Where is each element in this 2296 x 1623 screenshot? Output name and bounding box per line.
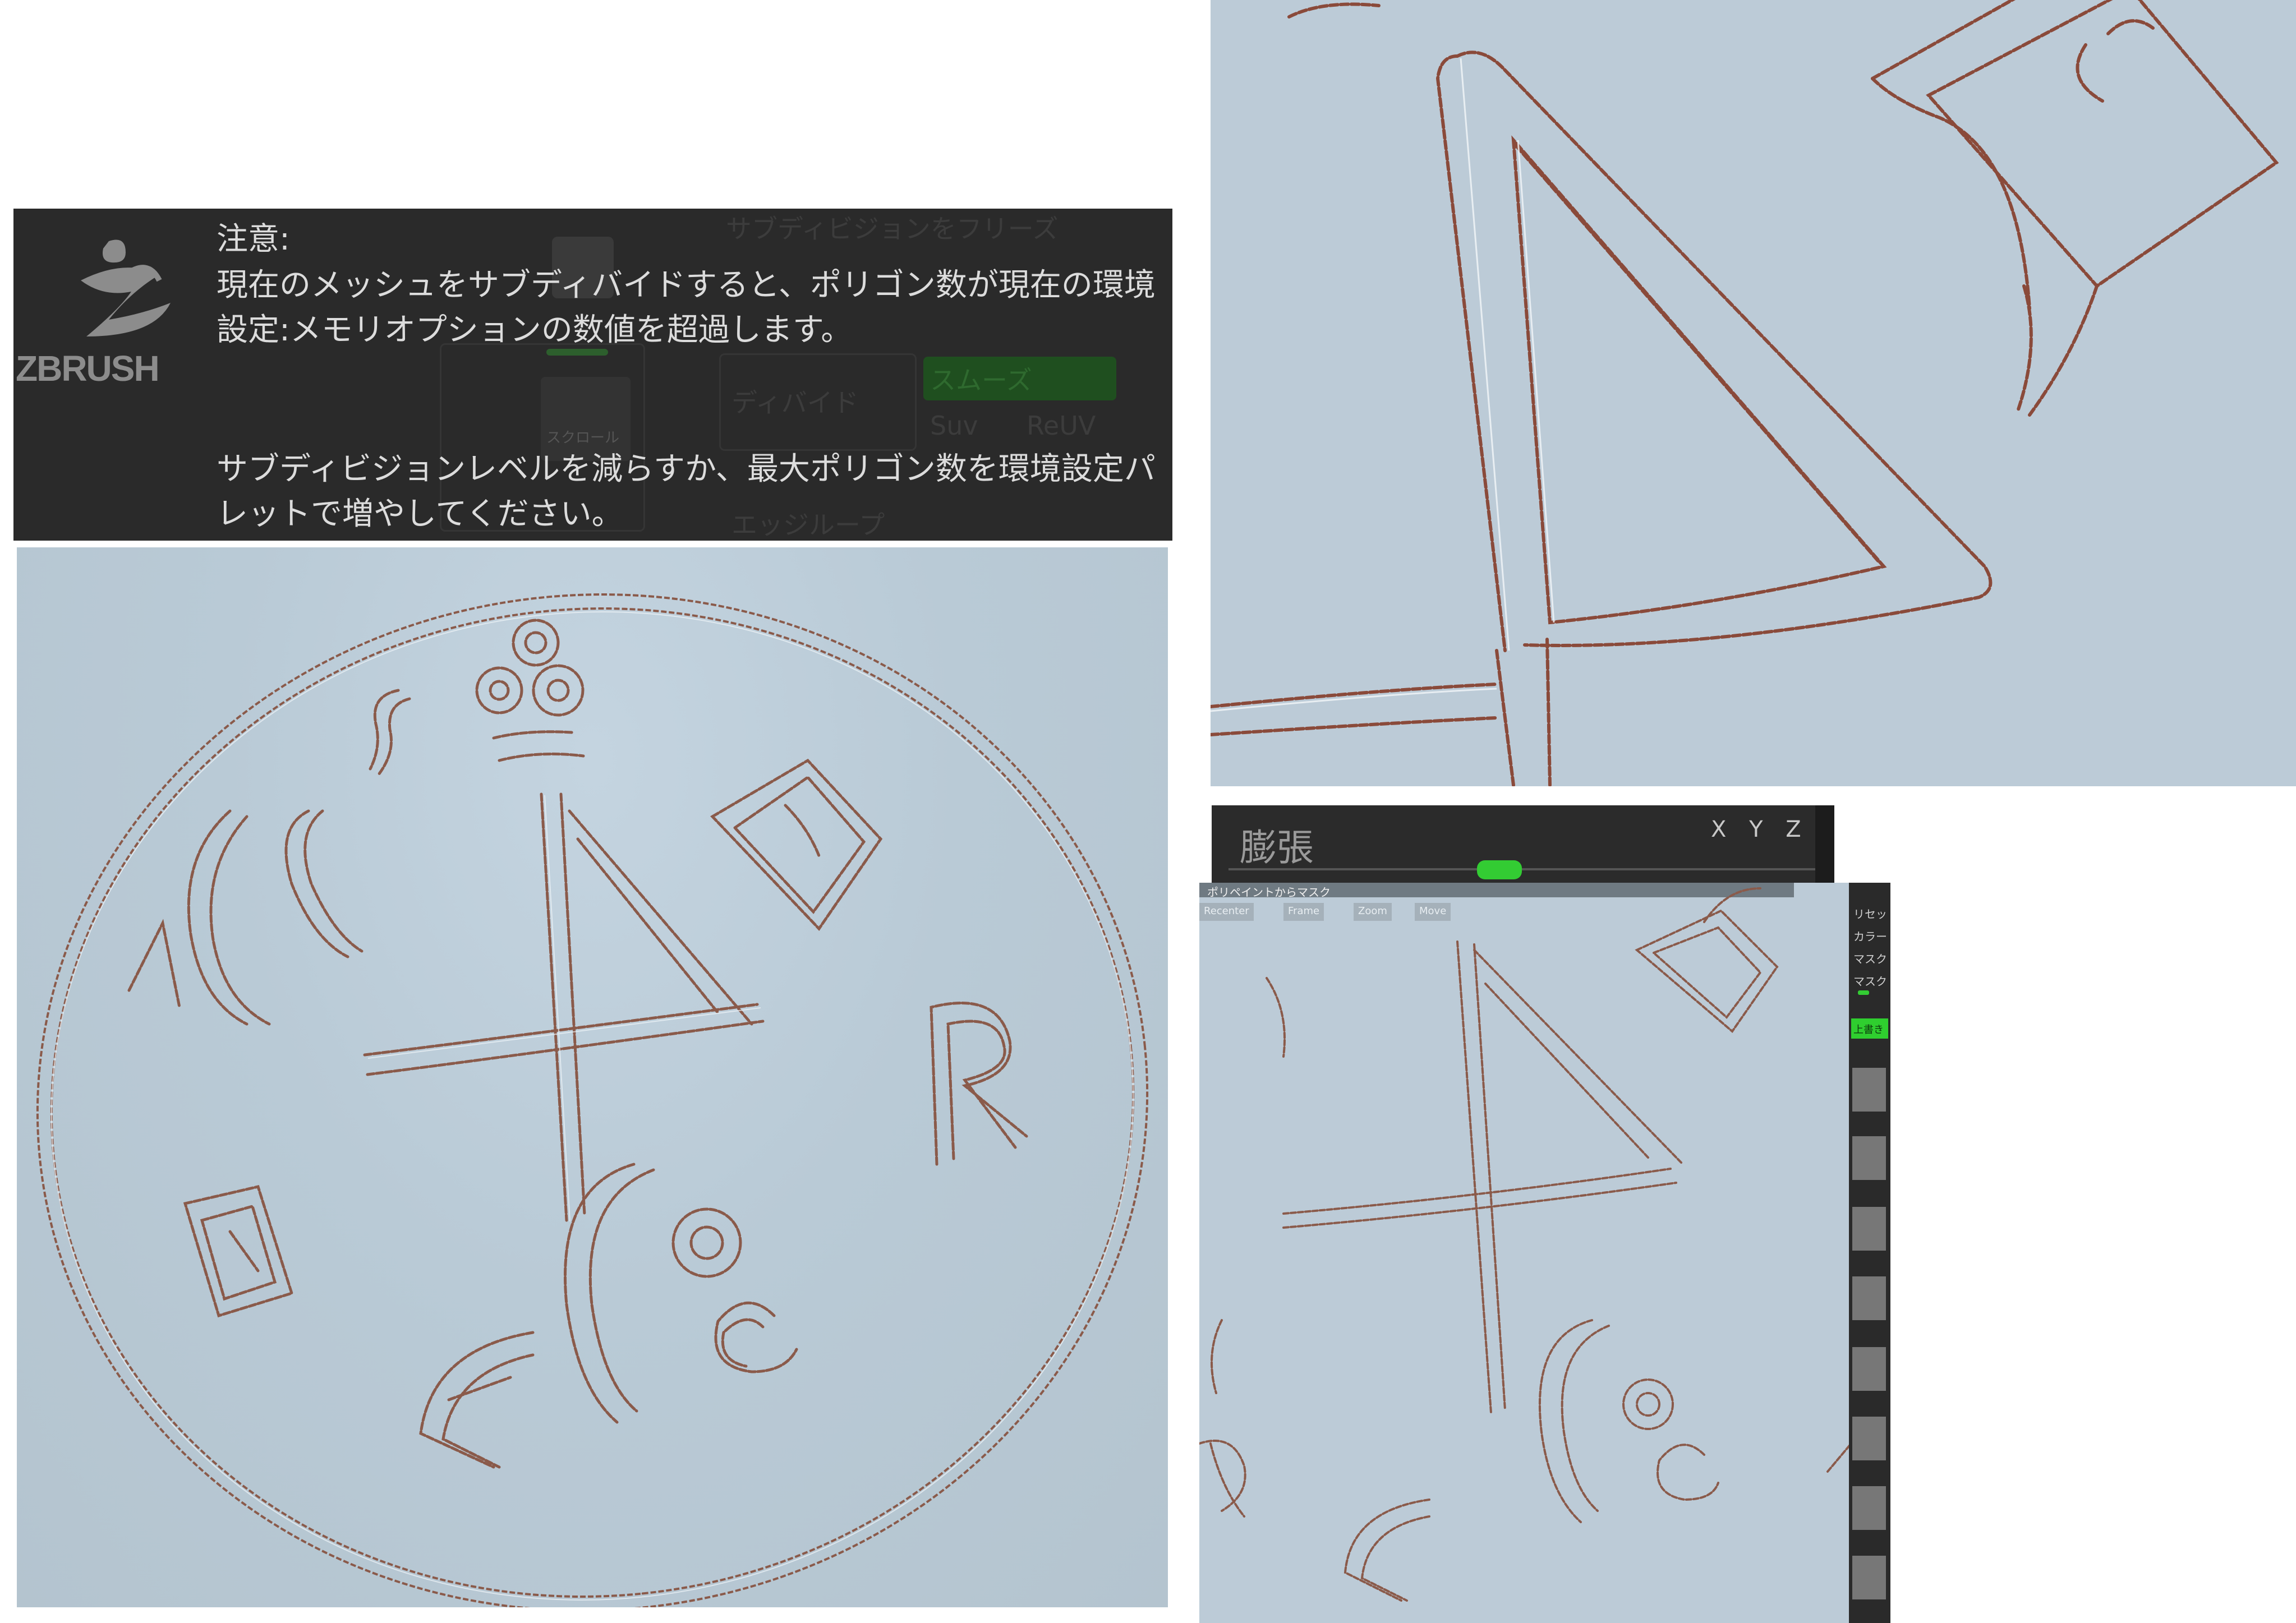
inflate-slider-knob[interactable]	[1477, 860, 1522, 879]
side-item-color[interactable]: カラー	[1853, 928, 1887, 944]
side-swatch[interactable]	[1852, 1347, 1886, 1391]
right-side-panel: リセッ カラー マスク マスク 上書き	[1849, 883, 1890, 1623]
side-swatch[interactable]	[1852, 1486, 1886, 1530]
side-swatch[interactable]	[1852, 1136, 1886, 1180]
main-viewport[interactable]	[17, 547, 1168, 1607]
engraved-seal-mesh	[36, 593, 1149, 1607]
side-item-mask-2[interactable]: マスク	[1853, 972, 1887, 989]
side-item-mask[interactable]: マスク	[1853, 950, 1887, 966]
inflate-title: 膨張	[1240, 826, 1314, 869]
zbrush-logo-text: ZBRUSH	[16, 348, 160, 389]
xyz-axis-icons[interactable]: X Y Z	[1711, 817, 1809, 842]
overwrite-button[interactable]: 上書き	[1851, 1018, 1888, 1039]
side-mini-slider[interactable]	[1858, 990, 1869, 995]
side-item-reset[interactable]: リセッ	[1853, 905, 1887, 921]
zoom-viewport[interactable]	[1211, 0, 2296, 786]
secondary-engraved-mesh	[1199, 887, 1851, 1602]
secondary-viewport[interactable]: ポリペイントからマスク Recenter Frame Zoom Move	[1199, 883, 1851, 1623]
inflate-slider-track[interactable]	[1228, 868, 1818, 870]
side-swatch[interactable]	[1852, 1207, 1886, 1251]
panel-edge	[1815, 805, 1834, 895]
side-swatch[interactable]	[1852, 1068, 1886, 1112]
engraved-detail-mesh	[1211, 0, 2279, 786]
ghost-smooth-button: スムーズ	[923, 357, 1116, 400]
dialog-heading: 注意:	[217, 221, 290, 257]
ghost-scroll-label: スクロール	[546, 430, 620, 446]
inflate-panel: 膨張 X Y Z	[1212, 805, 1834, 895]
dialog-advice-line1: サブディビジョンレベルを減らすか、最大ポリゴン数を環境設定パ	[217, 451, 1156, 487]
warning-dialog: サブディビジョンをフリーズ ディバイド スムーズ Suv ReUV エッジループ…	[13, 209, 1172, 541]
side-swatch[interactable]	[1852, 1417, 1886, 1460]
ghost-edgeloop-label: エッジループ	[731, 510, 885, 540]
ghost-freeze-label: サブディビジョンをフリーズ	[726, 214, 1059, 244]
dialog-message-line1: 現在のメッシュをサブディバイドすると、ポリゴン数が現在の環境	[217, 267, 1156, 303]
dialog-advice-line2: レットで増やしてください。	[217, 496, 623, 532]
ghost-divide-label: ディバイド	[731, 388, 859, 418]
ghost-suv-label: Suv	[930, 411, 978, 441]
dialog-message-line2: 設定:メモリオプションの数値を超過します。	[217, 312, 853, 348]
ghost-reuv-label: ReUV	[1027, 411, 1096, 441]
side-swatch[interactable]	[1852, 1276, 1886, 1320]
side-swatch[interactable]	[1852, 1556, 1886, 1599]
